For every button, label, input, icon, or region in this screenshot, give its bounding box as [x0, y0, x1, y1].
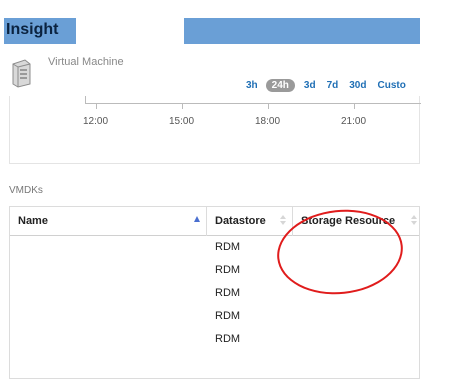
- timeline-tick-label: 15:00: [169, 116, 195, 127]
- column-header-name[interactable]: Name: [10, 207, 206, 236]
- range-7d-button[interactable]: 7d: [327, 80, 339, 91]
- timeline-tick: [182, 104, 183, 109]
- timeline-chart: 12:00 15:00 18:00 21:00: [9, 96, 421, 164]
- range-24h-button[interactable]: 24h: [265, 78, 295, 92]
- range-custom-button[interactable]: Custo: [377, 80, 405, 91]
- title-bar: [184, 18, 420, 44]
- timeline-tick: [354, 104, 355, 109]
- virtual-machine-icon: [12, 59, 31, 88]
- object-type-label: Virtual Machine: [48, 56, 124, 68]
- timeline-tick: [96, 104, 97, 109]
- sort-ascending-icon[interactable]: [194, 216, 200, 222]
- sort-icon[interactable]: [411, 215, 417, 227]
- datastore-cell: RDM: [215, 287, 241, 299]
- range-30d-button[interactable]: 30d: [349, 80, 366, 91]
- timeline-tick: [268, 104, 269, 109]
- datastore-cell: RDM: [215, 310, 241, 322]
- sort-icon[interactable]: [280, 215, 286, 227]
- range-3d-button[interactable]: 3d: [304, 80, 316, 91]
- app-title: Insight: [4, 18, 76, 44]
- timeline-axis: [85, 96, 421, 104]
- datastore-cell: RDM: [215, 264, 241, 276]
- datastore-cell: RDM: [215, 333, 241, 345]
- timeline-tick-label: 12:00: [83, 116, 109, 127]
- datastore-cell: RDM: [215, 241, 241, 253]
- vmdks-section-label: VMDKs: [9, 185, 43, 196]
- timeline-tick-label: 21:00: [341, 116, 367, 127]
- range-3h-button[interactable]: 3h: [246, 80, 258, 91]
- timeline-tick-label: 18:00: [255, 116, 281, 127]
- time-range-selector: 3h 24h 3d 7d 30d Custo: [246, 77, 417, 93]
